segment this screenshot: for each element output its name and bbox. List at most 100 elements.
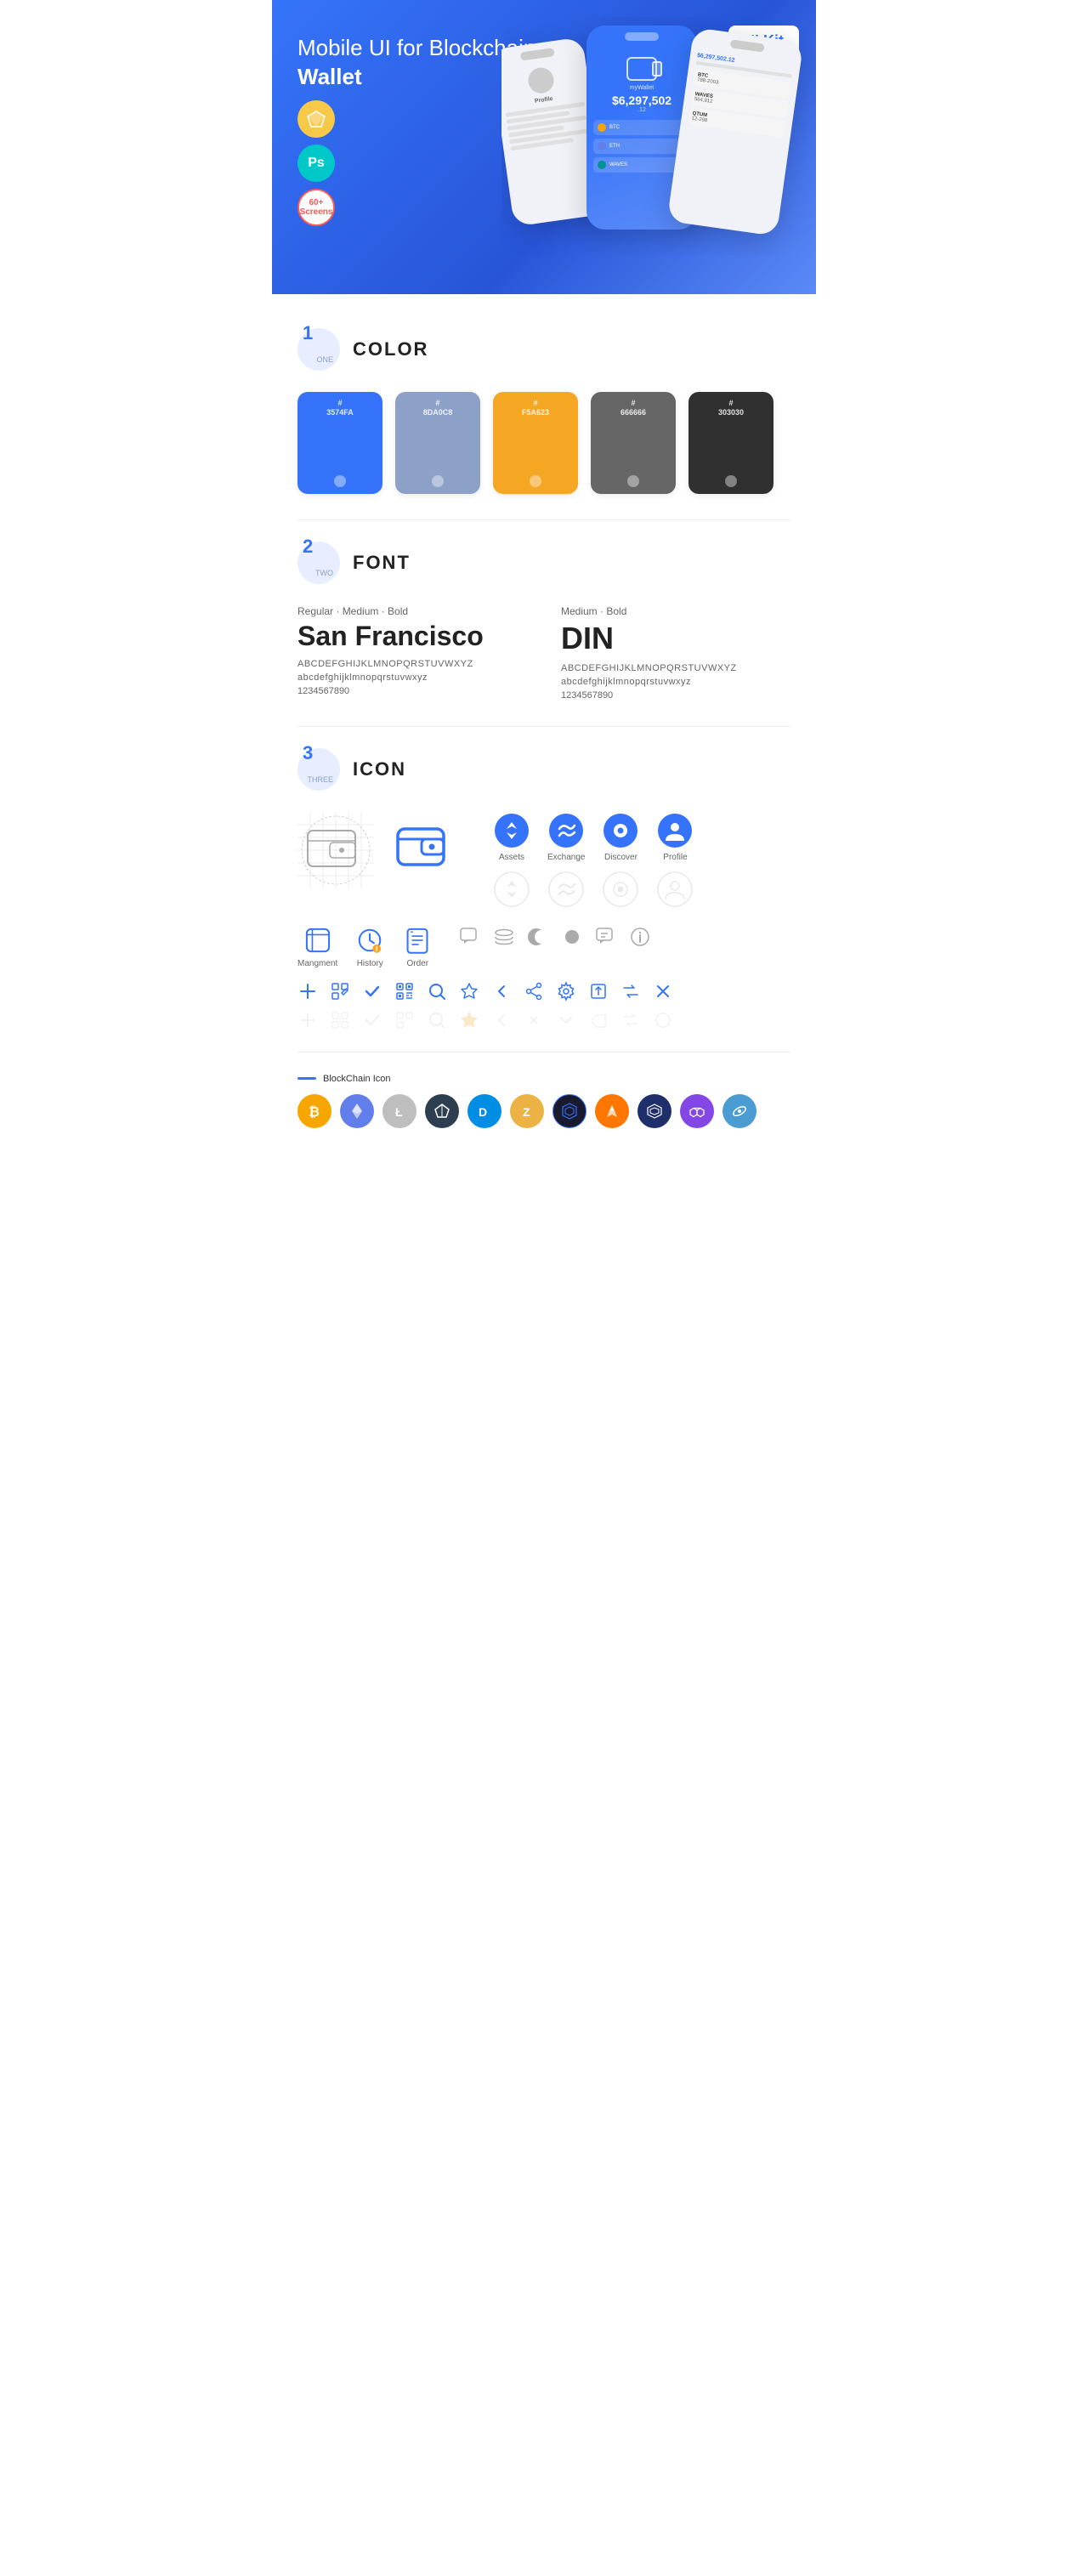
font-section-header: 2 TWO FONT xyxy=(298,542,790,584)
font-din-upper: ABCDEFGHIJKLMNOPQRSTUVWXYZ xyxy=(561,663,790,673)
exchange-icon xyxy=(547,812,585,849)
history-icon-item: History xyxy=(354,925,385,968)
colored-wallet-icon xyxy=(391,814,459,886)
font-section-title: FONT xyxy=(353,552,411,574)
management-icon-item: Mangment xyxy=(298,925,337,968)
zcash-icon: Z xyxy=(510,1094,544,1128)
app-icons-section: Mangment History Order xyxy=(298,925,790,968)
font-sf-upper: ABCDEFGHIJKLMNOPQRSTUVWXYZ xyxy=(298,659,527,669)
check-icon xyxy=(362,981,382,1001)
history-icon xyxy=(354,925,385,956)
color-section-number: 1 ONE xyxy=(298,328,340,371)
font-din: Medium · Bold DIN ABCDEFGHIJKLMNOPQRSTUV… xyxy=(561,605,790,701)
nav-icons-container: Assets Exchange xyxy=(493,812,694,908)
nav-icons-ghost-row xyxy=(493,871,694,908)
color-section-title: COLOR xyxy=(353,338,428,360)
color-dot xyxy=(334,475,346,487)
color-swatch-darkgray: #666666 xyxy=(591,392,676,494)
blockchain-line xyxy=(298,1077,316,1080)
sketch-badge xyxy=(298,100,335,138)
assets-icon-item: Assets xyxy=(493,812,530,862)
main-content: 1 ONE COLOR #3574FA #8DA0C8 #F5A623 #666… xyxy=(272,294,816,1154)
color-swatch-orange: #F5A623 xyxy=(493,392,578,494)
hero-section: Mobile UI for Blockchain Wallet Ps 60+Sc… xyxy=(272,0,816,294)
close-icon xyxy=(653,981,673,1001)
divider-1 xyxy=(298,519,790,520)
search-icon xyxy=(427,981,447,1001)
qr-icon xyxy=(394,981,415,1001)
polygon-icon xyxy=(680,1094,714,1128)
screens-badge: 60+Screens xyxy=(298,189,335,226)
divider-3 xyxy=(298,1052,790,1053)
back-arrow-icon xyxy=(491,981,512,1001)
svg-text:D: D xyxy=(479,1105,487,1119)
litecoin-icon: Ł xyxy=(382,1094,416,1128)
chat2-icon xyxy=(594,925,618,949)
order-label: Order xyxy=(406,959,428,968)
color-section-header: 1 ONE COLOR xyxy=(298,328,790,371)
star-icon xyxy=(459,981,479,1001)
waves-icon xyxy=(638,1094,672,1128)
font-sf: Regular · Medium · Bold San Francisco AB… xyxy=(298,605,527,701)
font-sf-numbers: 1234567890 xyxy=(298,686,527,696)
exchange-label: Exchange xyxy=(547,853,585,862)
icon-section-header: 3 THREE ICON xyxy=(298,748,790,791)
color-swatch-black: #303030 xyxy=(688,392,774,494)
blockchain-text: BlockChain Icon xyxy=(323,1074,391,1084)
dash-icon: D xyxy=(468,1094,502,1128)
ark-icon xyxy=(595,1094,629,1128)
profile-icon xyxy=(656,812,694,849)
utility-icons-ghost-row xyxy=(298,1010,790,1030)
lattice-icon xyxy=(552,1094,586,1128)
assets-icon xyxy=(493,812,530,849)
color-dot xyxy=(627,475,639,487)
font-din-styles: Medium · Bold xyxy=(561,605,790,617)
color-dot xyxy=(530,475,541,487)
history-label: History xyxy=(357,959,383,968)
font-section-number: 2 TWO xyxy=(298,542,340,584)
icon-section-number: 3 THREE xyxy=(298,748,340,791)
stellar-icon xyxy=(722,1094,756,1128)
assets-ghost-icon xyxy=(493,871,530,908)
misc-icons-row xyxy=(458,925,652,949)
blockchain-label: BlockChain Icon xyxy=(298,1074,790,1084)
grid-edit-icon xyxy=(330,981,350,1001)
ps-badge: Ps xyxy=(298,145,335,182)
exchange-icon-item: Exchange xyxy=(547,812,585,862)
font-section: Regular · Medium · Bold San Francisco AB… xyxy=(298,605,790,701)
font-sf-styles: Regular · Medium · Bold xyxy=(298,605,527,617)
color-swatch-gray: #8DA0C8 xyxy=(395,392,480,494)
discover-icon-item: Discover xyxy=(602,812,639,862)
svg-text:Z: Z xyxy=(523,1105,530,1119)
bitcoin-icon: ₿ xyxy=(298,1094,332,1128)
moon-icon xyxy=(526,925,550,949)
icon-main-row: Assets Exchange xyxy=(298,812,790,908)
svg-text:₿: ₿ xyxy=(309,1104,320,1120)
assets-label: Assets xyxy=(499,853,524,862)
share-icon xyxy=(524,981,544,1001)
chat-icon xyxy=(458,925,482,949)
discover-label: Discover xyxy=(604,853,638,862)
dot-icon xyxy=(560,925,584,949)
svg-text:Ł: Ł xyxy=(395,1105,403,1119)
font-sf-lower: abcdefghijklmnopqrstuvwxyz xyxy=(298,672,527,683)
order-icon xyxy=(402,925,433,956)
font-din-numbers: 1234567890 xyxy=(561,690,790,701)
font-din-name: DIN xyxy=(561,621,790,656)
utility-icons-row-1 xyxy=(298,981,790,1001)
ethereum-icon xyxy=(340,1094,374,1128)
color-dot xyxy=(432,475,444,487)
wireframe-wallet-large xyxy=(298,812,374,888)
dark-crypto-icon xyxy=(425,1094,459,1128)
crypto-icons-row: ₿ Ł D xyxy=(298,1094,790,1128)
color-swatches: #3574FA #8DA0C8 #F5A623 #666666 #303030 xyxy=(298,392,790,494)
wireframe-icons xyxy=(298,812,459,888)
plus-icon xyxy=(298,981,318,1001)
font-sf-name: San Francisco xyxy=(298,621,527,652)
profile-label: Profile xyxy=(663,853,687,862)
layers-icon xyxy=(492,925,516,949)
icon-section-title: ICON xyxy=(353,758,406,780)
color-dot xyxy=(725,475,737,487)
order-icon-item: Order xyxy=(402,925,433,968)
profile-ghost-icon xyxy=(656,871,694,908)
